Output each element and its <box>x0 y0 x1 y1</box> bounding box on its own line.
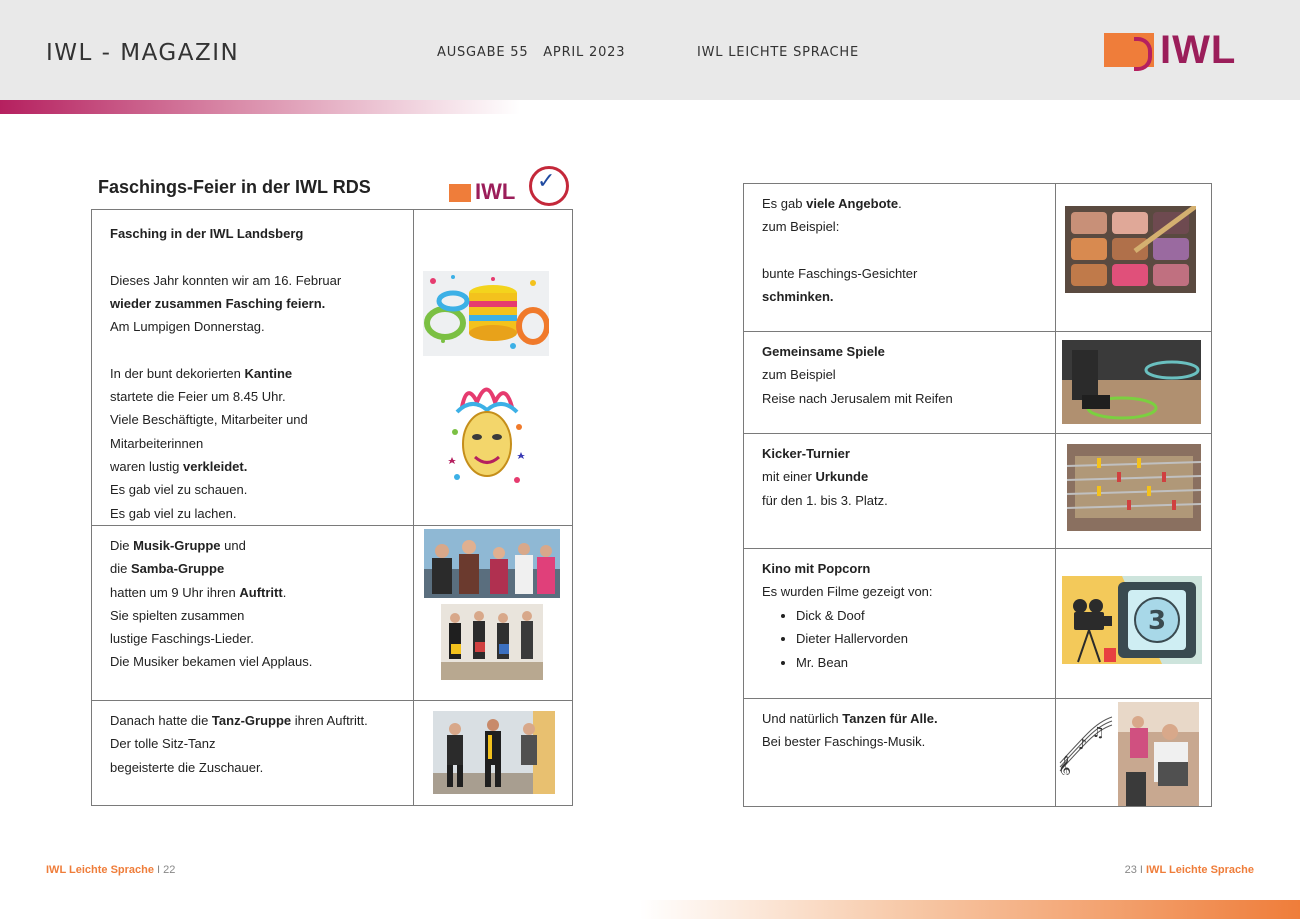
row-heading: Kino mit Popcorn <box>762 561 871 576</box>
text-line: Es gab <box>762 196 803 211</box>
text-line: zum Beispiel: <box>762 219 840 235</box>
list-item: Mr. Bean <box>796 651 1041 675</box>
music-group-photo <box>423 529 560 598</box>
text-line: wieder zusammen Fasching feiern. <box>110 295 326 311</box>
leichte-sprache-badge: IWL ✓ <box>449 166 569 206</box>
footer-left: IWL Leichte Sprache I 22 <box>46 864 175 876</box>
text-bold: Auftritt <box>239 584 283 600</box>
svg-text:♫: ♫ <box>1092 725 1105 741</box>
issue-info: AUSGABE 55 APRIL 2023 <box>437 45 626 60</box>
magazine-title: IWL - MAGAZIN <box>46 40 240 66</box>
text-line: Die <box>110 538 130 553</box>
text-line: In der bunt dekorierten <box>110 365 241 381</box>
film-list: Dick & Doof Dieter Hallervorden Mr. Bean <box>762 604 1041 675</box>
text-line: startete die Feier um 8.45 Uhr. <box>110 389 286 405</box>
text-line: Der tolle Sitz-Tanz <box>110 736 216 752</box>
streamers-photo <box>422 271 549 356</box>
text-bold: schminken. <box>762 289 834 305</box>
text-line: bunte Faschings-Gesichter <box>762 265 918 281</box>
text-line: Am Lumpigen Donnerstag. <box>110 319 265 335</box>
series-title: IWL LEICHTE SPRACHE <box>697 45 860 60</box>
logo-text: IWL <box>1160 28 1237 72</box>
page-header: IWL - MAGAZIN AUSGABE 55 APRIL 2023 IWL … <box>0 0 1300 100</box>
text-line: . <box>282 584 287 600</box>
text-bold: Tanzen für Alle. <box>842 711 938 726</box>
text-line: ihren Auftritt. <box>294 713 368 728</box>
table-row: Kicker-Turnier mit einer Urkunde für den… <box>743 433 1213 549</box>
hoop-game-photo <box>1061 340 1201 424</box>
jester-mask-illustration <box>446 382 527 492</box>
footer-gradient-bar <box>640 900 1300 919</box>
cinema-illustration: 3 <box>1061 576 1202 664</box>
table-row: Und natürlich Tanzen für Alle. Bei beste… <box>743 698 1213 807</box>
table-row: Fasching in der IWL Landsberg Dieses Jah… <box>91 209 574 526</box>
foosball-table-photo <box>1066 444 1201 531</box>
row-heading: Fasching in der IWL Landsberg <box>110 226 304 241</box>
table-row: Gemeinsame Spiele zum Beispiel Reise nac… <box>743 331 1213 434</box>
text-line: lustige Faschings-Lieder. <box>110 631 254 647</box>
logo-mark-icon <box>1104 33 1154 71</box>
text-line: mit einer <box>762 469 812 485</box>
row-heading: Gemeinsame Spiele <box>762 344 885 359</box>
footer-label: IWL Leichte Sprache <box>1146 864 1254 876</box>
row-heading: Kicker-Turnier <box>762 446 850 461</box>
page-number: I 22 <box>154 864 176 876</box>
table-row: Die Musik-Gruppe und die Samba-Gruppe ha… <box>91 525 574 701</box>
text-line: die <box>110 561 128 577</box>
film-countdown-number: 3 <box>1148 606 1166 636</box>
text-line: . <box>898 196 902 211</box>
text-bold: Musik-Gruppe <box>133 538 221 553</box>
svg-text:𝄞: 𝄞 <box>1058 755 1071 775</box>
text-line: Dieses Jahr konnten wir am 16. Februar <box>110 272 342 288</box>
badge-mark-icon <box>449 184 471 202</box>
text-bold: Samba-Gruppe <box>130 561 225 577</box>
left-content-table: Fasching in der IWL Landsberg Dieses Jah… <box>91 209 574 806</box>
text-line: für den 1. bis 3. Platz. <box>762 492 888 508</box>
text-line: begeisterte die Zuschauer. <box>110 759 264 775</box>
list-item: Dieter Hallervorden <box>796 627 1041 651</box>
face-paint-palette-photo <box>1064 206 1196 293</box>
text-bold: Urkunde <box>815 469 869 485</box>
text-line: Es gab viel zu schauen. <box>110 482 248 498</box>
dancing-photo <box>1117 702 1199 806</box>
samba-group-photo <box>440 604 543 680</box>
music-notes-icon: 𝄞 ♪ ♫ <box>1058 713 1114 775</box>
checkmark-icon: ✓ <box>537 168 556 193</box>
text-line: Die Musiker bekamen viel Applaus. <box>110 654 313 670</box>
table-row: Es gab viele Angebote. zum Beispiel: bun… <box>743 183 1213 332</box>
text-line: Bei bester Faschings-Musik. <box>762 734 926 750</box>
table-row: Danach hatte die Tanz-Gruppe ihren Auftr… <box>91 700 574 806</box>
text-line: Mitarbeiterinnen <box>110 435 204 451</box>
text-bold: viele Angebote <box>806 196 899 211</box>
section-title: Faschings-Feier in der IWL RDS <box>98 177 371 197</box>
text-bold: Kantine <box>244 365 293 381</box>
iwl-logo: IWL <box>1104 28 1237 72</box>
header-gradient-bar <box>0 100 520 114</box>
text-line: waren lustig <box>110 458 180 474</box>
page-number: 23 I <box>1124 864 1146 876</box>
text-line: hatten um 9 Uhr ihren <box>110 584 236 600</box>
badge-text: IWL <box>475 179 516 204</box>
text-line: und <box>224 538 246 553</box>
text-line: Sie spielten zusammen <box>110 607 245 623</box>
text-line: zum Beispiel <box>762 367 836 383</box>
dance-group-photo <box>432 711 555 794</box>
footer-label: IWL Leichte Sprache <box>46 864 154 876</box>
text-bold: Tanz-Gruppe <box>211 713 292 728</box>
svg-text:♪: ♪ <box>1078 737 1087 753</box>
footer-right: 23 I IWL Leichte Sprache <box>1125 864 1254 876</box>
table-row: Kino mit Popcorn Es wurden Filme gezeigt… <box>743 548 1213 699</box>
text-line: Und natürlich <box>762 711 839 726</box>
text-line: Viele Beschäftigte, Mitarbeiter und <box>110 412 308 428</box>
right-content-table: Es gab viele Angebote. zum Beispiel: bun… <box>743 183 1213 807</box>
list-item: Dick & Doof <box>796 604 1041 628</box>
text-line: Es wurden Filme gezeigt von: <box>762 584 933 600</box>
text-line: Danach hatte die <box>110 713 209 728</box>
text-line: Reise nach Jerusalem mit Reifen <box>762 390 953 406</box>
text-line: Es gab viel zu lachen. <box>110 505 237 521</box>
text-bold: verkleidet. <box>183 458 248 474</box>
